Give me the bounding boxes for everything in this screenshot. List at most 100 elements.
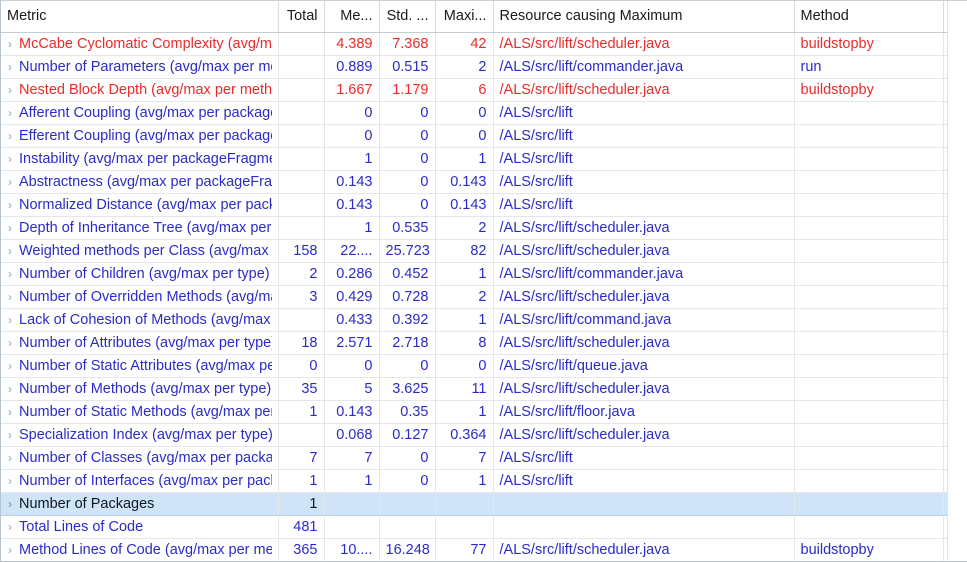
vertical-scrollbar-track[interactable] (947, 1, 967, 561)
table-row[interactable]: ›Number of Static Attributes (avg/max pe… (1, 354, 967, 378)
chevron-right-icon[interactable]: › (1, 447, 19, 469)
cell-total (278, 101, 325, 125)
column-header-total[interactable]: Total (278, 1, 325, 33)
column-header-maximum[interactable]: Maxi... (435, 1, 494, 33)
chevron-right-icon[interactable]: › (1, 424, 19, 446)
chevron-right-icon[interactable]: › (1, 148, 19, 170)
cell-total: 1 (278, 492, 325, 516)
metric-label: Lack of Cohesion of Methods (avg/max per… (19, 311, 272, 328)
chevron-right-icon[interactable]: › (1, 194, 19, 216)
cell-metric[interactable]: ›Number of Classes (avg/max per packageF… (1, 446, 279, 470)
cell-maximum: 42 (435, 32, 494, 56)
cell-metric[interactable]: ›Weighted methods per Class (avg/max per… (1, 239, 279, 263)
table-row[interactable]: ›Number of Parameters (avg/max per metho… (1, 55, 967, 79)
table-row[interactable]: ›Afferent Coupling (avg/max per packageF… (1, 101, 967, 125)
cell-metric[interactable]: › Instability (avg/max per packageFragmen… (1, 147, 279, 171)
chevron-right-icon[interactable]: › (1, 56, 19, 78)
cell-metric[interactable]: ›Abstractness (avg/max per packageFragme… (1, 170, 279, 194)
table-row[interactable]: › Number of Children (avg/max per type) 2 0… (1, 262, 967, 286)
cell-metric[interactable]: › Depth of Inheritance Tree (avg/max per … (1, 216, 279, 240)
table-row[interactable]: ›Number of Overridden Methods (avg/max p… (1, 285, 967, 309)
cell-total: 18 (278, 331, 325, 355)
table-row[interactable]: ›Method Lines of Code (avg/max per metho… (1, 538, 967, 561)
cell-metric[interactable]: › Total Lines of Code (1, 515, 279, 539)
chevron-right-icon[interactable]: › (1, 470, 19, 492)
cell-method (794, 446, 944, 470)
chevron-right-icon[interactable]: › (1, 240, 19, 262)
cell-mean: 1 (324, 216, 380, 240)
chevron-right-icon[interactable]: › (1, 309, 19, 331)
table-row[interactable]: ›Efferent Coupling (avg/max per packageF… (1, 124, 967, 148)
table-row[interactable]: › Total Lines of Code 481 (1, 515, 967, 539)
chevron-right-icon[interactable]: › (1, 125, 19, 147)
table-row[interactable]: ›Normalized Distance (avg/max per packag… (1, 193, 967, 217)
cell-metric[interactable]: ›McCabe Cyclomatic Complexity (avg/max p… (1, 32, 279, 56)
chevron-right-icon[interactable]: › (1, 516, 19, 538)
cell-metric[interactable]: › Number of Methods (avg/max per type) (1, 377, 279, 401)
chevron-right-icon[interactable]: › (1, 79, 19, 101)
cell-metric[interactable]: › Specialization Index (avg/max per type) (1, 423, 279, 447)
chevron-right-icon[interactable]: › (1, 171, 19, 193)
table-row[interactable]: ›Number of Classes (avg/max per packageF… (1, 446, 967, 470)
table-row[interactable]: ›Number of Static Methods (avg/max per t… (1, 400, 967, 424)
chevron-right-icon[interactable]: › (1, 378, 19, 400)
cell-maximum: 0.364 (435, 423, 494, 447)
chevron-right-icon[interactable]: › (1, 401, 19, 423)
cell-resource: /ALS/src/lift (493, 147, 795, 171)
chevron-right-icon[interactable]: › (1, 355, 19, 377)
cell-std: 0 (379, 101, 436, 125)
metric-label: Number of Static Attributes (avg/max per… (19, 357, 272, 374)
chevron-right-icon[interactable]: › (1, 217, 19, 239)
cell-method (794, 331, 944, 355)
table-row[interactable]: ›Lack of Cohesion of Methods (avg/max pe… (1, 308, 967, 332)
cell-metric[interactable]: ›Number of Parameters (avg/max per metho… (1, 55, 279, 79)
chevron-right-icon[interactable]: › (1, 539, 19, 561)
cell-metric[interactable]: ›Number of Static Attributes (avg/max pe… (1, 354, 279, 378)
table-row[interactable]: ›Weighted methods per Class (avg/max per… (1, 239, 967, 263)
cell-method (794, 285, 944, 309)
cell-resource: /ALS/src/lift/command.java (493, 308, 795, 332)
chevron-right-icon[interactable]: › (1, 102, 19, 124)
chevron-right-icon[interactable]: › (1, 493, 19, 515)
cell-total: 35 (278, 377, 325, 401)
chevron-right-icon[interactable]: › (1, 332, 19, 354)
table-row[interactable]: ›Number of Interfaces (avg/max per packa… (1, 469, 967, 493)
table-row[interactable]: › Number of Methods (avg/max per type) 35 5… (1, 377, 967, 401)
cell-std: 0.515 (379, 55, 436, 79)
cell-metric[interactable]: ›Lack of Cohesion of Methods (avg/max pe… (1, 308, 279, 332)
table-row[interactable]: › Specialization Index (avg/max per type)… (1, 423, 967, 447)
table-row[interactable]: › Depth of Inheritance Tree (avg/max per … (1, 216, 967, 240)
cell-metric[interactable]: › Nested Block Depth (avg/max per method) (1, 78, 279, 102)
table-row[interactable]: ›McCabe Cyclomatic Complexity (avg/max p… (1, 32, 967, 56)
column-header-mean[interactable]: Me... (324, 1, 380, 33)
cell-metric[interactable]: ›Efferent Coupling (avg/max per packageF… (1, 124, 279, 148)
cell-method (794, 469, 944, 493)
table-row[interactable]: › Instability (avg/max per packageFragmen… (1, 147, 967, 171)
table-row[interactable]: ›Abstractness (avg/max per packageFragme… (1, 170, 967, 194)
column-header-resource[interactable]: Resource causing Maximum (493, 1, 795, 33)
chevron-right-icon[interactable]: › (1, 286, 19, 308)
metric-label: Total Lines of Code (19, 518, 144, 535)
cell-resource: /ALS/src/lift/scheduler.java (493, 78, 795, 102)
cell-metric[interactable]: › Number of Children (avg/max per type) (1, 262, 279, 286)
chevron-right-icon[interactable]: › (1, 263, 19, 285)
cell-total (278, 423, 325, 447)
cell-metric[interactable]: ›Normalized Distance (avg/max per packag… (1, 193, 279, 217)
table-row[interactable]: › Nested Block Depth (avg/max per method)… (1, 78, 967, 102)
cell-std: 0 (379, 147, 436, 171)
cell-metric[interactable]: ›Afferent Coupling (avg/max per packageF… (1, 101, 279, 125)
column-header-method[interactable]: Method (794, 1, 944, 33)
cell-metric[interactable]: ›Method Lines of Code (avg/max per metho… (1, 538, 279, 561)
cell-metric[interactable]: ›Number of Overridden Methods (avg/max p… (1, 285, 279, 309)
cell-maximum: 0.143 (435, 170, 494, 194)
table-row[interactable]: › Number of Packages 1 (1, 492, 967, 516)
cell-metric[interactable]: › Number of Attributes (avg/max per type) (1, 331, 279, 355)
column-header-std[interactable]: Std. ... (379, 1, 436, 33)
cell-metric[interactable]: ›Number of Static Methods (avg/max per t… (1, 400, 279, 424)
column-header-metric[interactable]: Metric (1, 1, 279, 33)
table-row[interactable]: › Number of Attributes (avg/max per type)… (1, 331, 967, 355)
cell-metric[interactable]: › Number of Packages (1, 492, 279, 516)
metric-label: Number of Classes (avg/max per packageFr… (19, 449, 272, 466)
cell-metric[interactable]: ›Number of Interfaces (avg/max per packa… (1, 469, 279, 493)
chevron-right-icon[interactable]: › (1, 33, 19, 55)
